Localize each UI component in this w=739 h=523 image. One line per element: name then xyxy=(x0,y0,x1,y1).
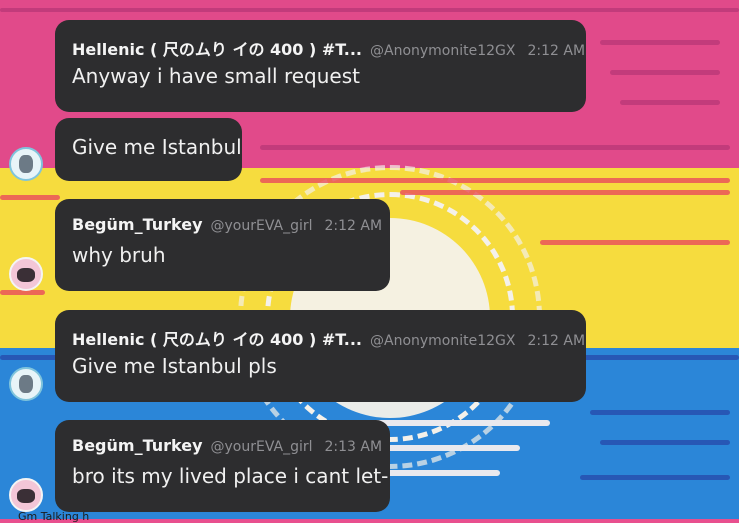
message-card[interactable]: Hellenic ( 尺のムり イの 400 ) #T... @Anonymon… xyxy=(55,310,586,402)
timestamp: 2:12 AM xyxy=(324,218,383,234)
bg-stroke xyxy=(600,440,730,445)
timestamp: 2:12 AM xyxy=(527,43,586,59)
username[interactable]: Hellenic ( 尺のムり イの 400 ) #T... xyxy=(72,326,362,350)
username[interactable]: Begüm_Turkey xyxy=(72,436,203,455)
message-text: why bruh xyxy=(72,243,166,267)
timestamp: 2:12 AM xyxy=(527,333,586,349)
avatar[interactable] xyxy=(9,257,43,291)
username[interactable]: Begüm_Turkey xyxy=(72,215,203,234)
message-text: bro its my lived place i cant let- xyxy=(72,464,389,488)
message-card[interactable]: Hellenic ( 尺のムり イの 400 ) #T... @Anonymon… xyxy=(55,20,586,112)
user-handle[interactable]: @Anonymonite12GX xyxy=(370,333,516,349)
bg-stroke xyxy=(400,190,730,195)
message-text: Give me Istanbul xyxy=(72,135,242,159)
message-card[interactable]: Begüm_Turkey @yourEVA_girl 2:12 AM why b… xyxy=(55,199,390,291)
bg-stroke xyxy=(610,70,720,75)
user-handle[interactable]: @yourEVA_girl xyxy=(211,218,313,234)
message-card[interactable]: Begüm_Turkey @yourEVA_girl 2:13 AM bro i… xyxy=(55,420,390,512)
username[interactable]: Hellenic ( 尺のムり イの 400 ) #T... xyxy=(72,36,362,60)
avatar[interactable] xyxy=(9,147,43,181)
message-text: Anyway i have small request xyxy=(72,64,360,88)
user-handle[interactable]: @Anonymonite12GX xyxy=(370,43,516,59)
message-card[interactable]: Give me Istanbul xyxy=(55,118,242,181)
bg-stroke xyxy=(0,8,739,12)
avatar[interactable] xyxy=(9,478,43,512)
bg-stroke xyxy=(0,195,60,200)
bg-stroke xyxy=(620,100,720,105)
bg-stroke xyxy=(590,410,730,415)
bg-stroke xyxy=(260,145,730,150)
bg-stroke xyxy=(260,178,730,183)
message-text: Give me Istanbul pls xyxy=(72,354,277,378)
bg-reflection xyxy=(380,470,500,476)
typing-indicator: Gm Talking h xyxy=(18,510,90,523)
timestamp: 2:13 AM xyxy=(324,439,383,455)
bg-stroke xyxy=(580,475,730,480)
avatar[interactable] xyxy=(9,367,43,401)
user-handle[interactable]: @yourEVA_girl xyxy=(211,439,313,455)
bg-stroke xyxy=(600,40,720,45)
bg-stroke xyxy=(540,240,730,245)
